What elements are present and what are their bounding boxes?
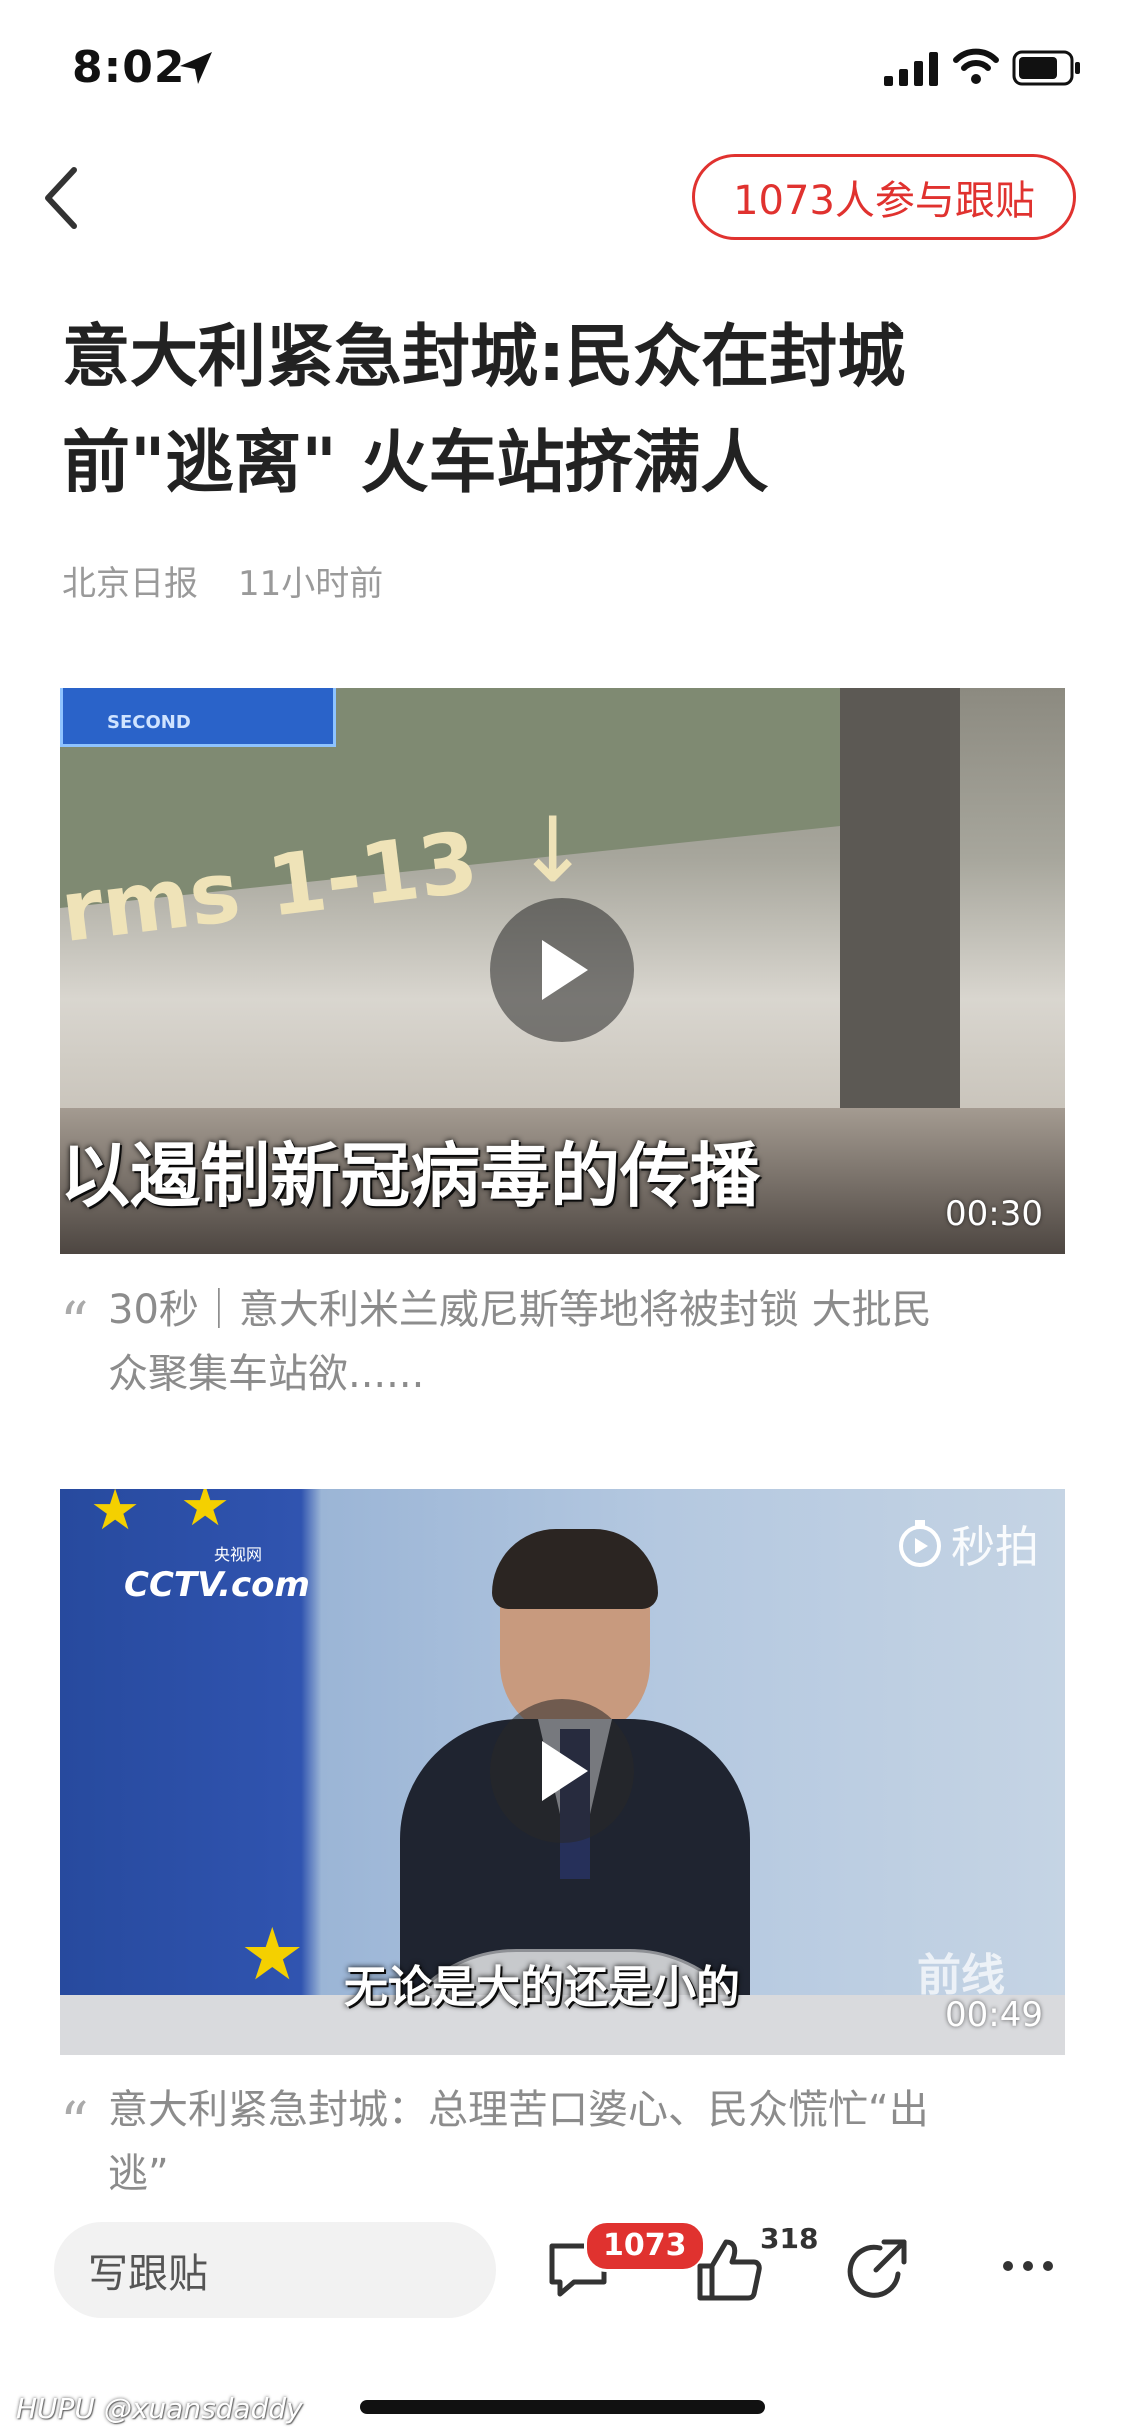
article-title-line-2: 前"逃离" 火车站挤满人 — [62, 424, 769, 503]
write-comment-input[interactable]: 写跟贴 — [54, 2222, 496, 2318]
play-icon — [542, 1741, 588, 1801]
share-icon[interactable] — [846, 2236, 914, 2304]
video-2-duration: 00:49 — [945, 1995, 1043, 2035]
video-2-caption-line-1: 意大利紧急封城：总理苦口婆心、民众慌忙“出 — [108, 2087, 929, 2133]
article-title: 意大利紧急封城:民众在封城 前"逃离" 火车站挤满人 — [62, 305, 1062, 517]
quote-icon: “ — [60, 2091, 89, 2156]
watermark-user: @xuansdaddy — [103, 2392, 303, 2425]
video-2-channel-logo: 央视网 CCTV.com — [124, 1541, 310, 1605]
video-1-play-button[interactable] — [490, 898, 634, 1042]
signal-icon — [884, 52, 938, 86]
play-icon — [542, 940, 588, 1000]
participants-follow-button[interactable]: 1073人参与跟贴 — [692, 154, 1076, 240]
like-thumb-icon[interactable] — [694, 2234, 766, 2306]
battery-icon — [1012, 50, 1080, 86]
video-1-subtitle: 以遏制新冠病毒的传播 — [60, 1135, 760, 1217]
video-2-caption[interactable]: 意大利紧急封城：总理苦口婆心、民众慌忙“出 逃” — [108, 2078, 1068, 2206]
home-indicator[interactable] — [360, 2400, 765, 2414]
video-2-channel-sub: 央视网 — [214, 1545, 263, 1564]
watermark-site: HUPU — [16, 2392, 95, 2425]
svg-text:★: ★ — [240, 1912, 305, 1996]
status-time: 8:02 — [72, 42, 186, 93]
like-count: 318 — [760, 2222, 819, 2255]
video-1-channel-badge: SECOND — [60, 688, 336, 747]
article-source[interactable]: 北京日报 — [62, 564, 198, 604]
video-1-caption-line-2: 众聚集车站欲...... — [108, 1351, 425, 1397]
video-2-corner-mark: 前线 — [917, 1950, 1005, 2001]
stopwatch-icon — [899, 1520, 941, 1567]
video-player-1[interactable]: rms 1-13 ↓ SECOND 以遏制新冠病毒的传播 00:30 — [60, 688, 1065, 1254]
video-1-arrow: ↓ — [515, 798, 591, 903]
video-2-channel-name: CCTV.com — [124, 1565, 310, 1605]
video-2-play-button[interactable] — [490, 1699, 634, 1843]
article-time: 11小时前 — [238, 564, 384, 604]
article-meta: 北京日报 11小时前 — [62, 556, 383, 605]
video-2-brand-mark: 秒拍 — [895, 1511, 1039, 1575]
comment-count-badge: 1073 — [584, 2220, 706, 2272]
video-2-speaker-hair — [492, 1529, 658, 1609]
video-1-duration: 00:30 — [945, 1194, 1043, 1234]
video-1-caption[interactable]: 30秒｜意大利米兰威尼斯等地将被封锁 大批民 众聚集车站欲...... — [108, 1278, 1068, 1406]
video-1-channel-label: SECOND — [107, 712, 191, 733]
svg-text:★: ★ — [180, 1489, 230, 1539]
location-arrow-icon — [180, 52, 212, 84]
article-title-line-1: 意大利紧急封城:民众在封城 — [62, 318, 906, 397]
video-2-brand-label: 秒拍 — [951, 1522, 1039, 1573]
svg-text:★: ★ — [90, 1489, 140, 1543]
video-2-subtitle: 无论是大的还是小的 — [344, 1962, 740, 2013]
quote-icon: “ — [60, 1291, 89, 1356]
watermark: HUPU @xuansdaddy — [16, 2392, 303, 2425]
video-player-2[interactable]: ★ ★ ★ ★ 央视网 CCTV.com 秒拍 无论是大的还是小的 前线 00:… — [60, 1489, 1065, 2055]
more-options-icon[interactable] — [1000, 2258, 1056, 2274]
video-1-caption-line-1: 30秒｜意大利米兰威尼斯等地将被封锁 大批民 — [108, 1287, 932, 1333]
wifi-icon — [953, 48, 999, 84]
back-chevron-icon[interactable] — [36, 160, 88, 236]
video-2-caption-line-2: 逃” — [108, 2151, 169, 2197]
